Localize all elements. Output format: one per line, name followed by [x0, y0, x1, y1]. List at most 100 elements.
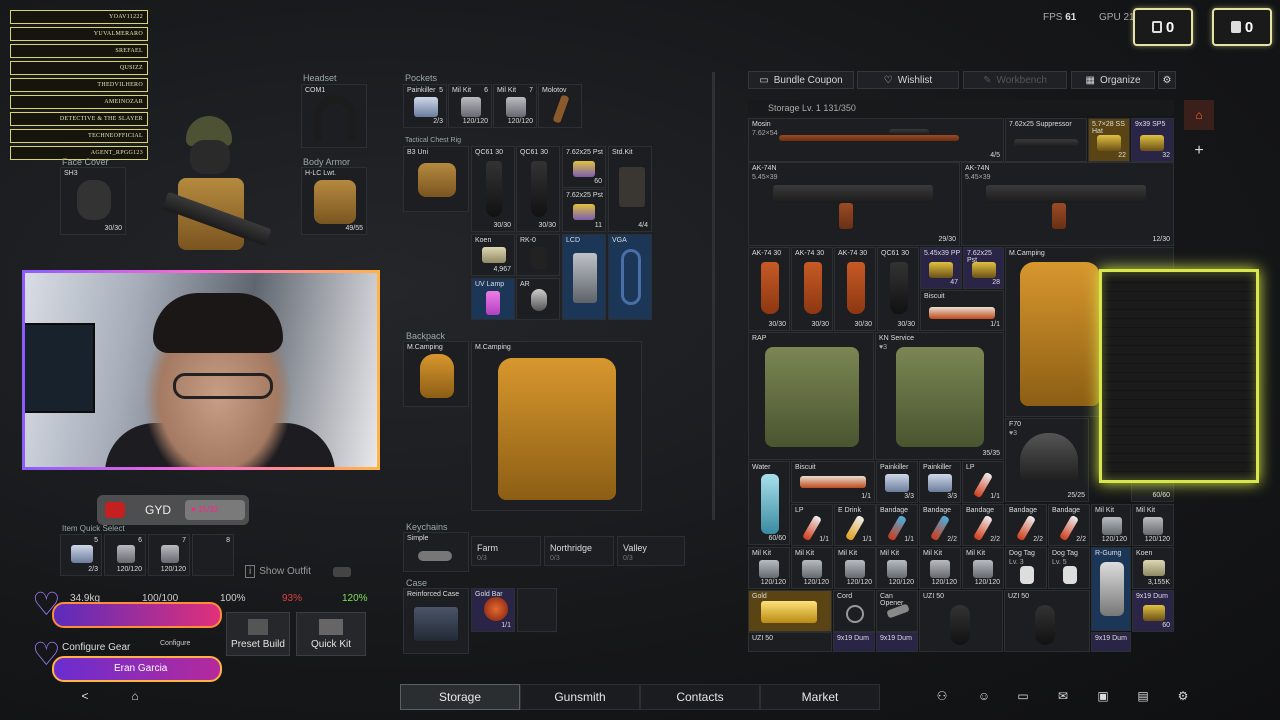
- stash-item[interactable]: R-Gumg: [1091, 547, 1131, 631]
- show-outfit-toggle[interactable]: [333, 567, 351, 577]
- stash-item[interactable]: AK-74N 5.45×39 12/30: [961, 162, 1174, 246]
- wishlist-button[interactable]: ♡ Wishlist: [857, 71, 959, 89]
- notes-icon[interactable]: ▤: [1135, 689, 1151, 703]
- stash-item[interactable]: 7.62x25 Pst 28: [963, 247, 1004, 289]
- stash-item[interactable]: Biscuit 1/1: [791, 461, 875, 503]
- team-icon[interactable]: ⚇: [934, 689, 950, 703]
- chat-icon[interactable]: ▭: [1015, 689, 1031, 703]
- stash-item[interactable]: Water 60/60: [748, 461, 790, 545]
- tab-market[interactable]: Market: [760, 684, 880, 710]
- stash-item[interactable]: Mil Kit 120/120: [834, 547, 876, 589]
- back-icon[interactable]: <: [77, 689, 93, 703]
- stash-item[interactable]: 9x39 SP5 32: [1131, 118, 1174, 162]
- stash-item[interactable]: Painkiller 3/3: [876, 461, 918, 503]
- stash-item[interactable]: Can Opener: [876, 590, 918, 632]
- add-storage-button[interactable]: +: [1184, 138, 1214, 164]
- configure-gear-label[interactable]: Configure Gear: [62, 642, 130, 653]
- stash-item[interactable]: E Drink 1/1: [834, 504, 876, 546]
- stash-item[interactable]: 9x19 Dum: [876, 632, 918, 652]
- rig-item[interactable]: QC61 30 30/30: [516, 146, 560, 232]
- stash-item[interactable]: Bandage 1/1: [876, 504, 918, 546]
- keychain-northridge[interactable]: Northridge 0/3: [544, 536, 614, 566]
- organize-button[interactable]: ▦ Organize: [1071, 71, 1155, 89]
- tab-contacts[interactable]: Contacts: [640, 684, 760, 710]
- backpack-contents[interactable]: M.Camping: [471, 341, 642, 511]
- case-item[interactable]: Gold Bar 1/1: [471, 588, 515, 632]
- tab-gunsmith[interactable]: Gunsmith: [520, 684, 640, 710]
- stash-item[interactable]: 5.45x39 PP 47: [920, 247, 962, 289]
- stash-item[interactable]: F70 ♥3 25/25: [1005, 418, 1089, 502]
- stash-item[interactable]: Gold: [748, 590, 832, 632]
- stash-item[interactable]: Bandage 2/2: [1005, 504, 1047, 546]
- quick-slot[interactable]: 8: [192, 534, 234, 576]
- stash-item[interactable]: UZI 50: [1004, 590, 1090, 652]
- settings-icon[interactable]: ⚙: [1175, 689, 1191, 703]
- pocket-slot[interactable]: Mil Kit 7 120/120: [493, 84, 537, 128]
- lock-icon[interactable]: ▣: [1095, 689, 1111, 703]
- headset-slot[interactable]: COM1: [301, 84, 367, 148]
- tab-storage[interactable]: Storage: [400, 684, 520, 710]
- bundle-coupon-button[interactable]: ▭ Bundle Coupon: [748, 71, 854, 89]
- rig-item[interactable]: Koen 4,967: [471, 234, 515, 276]
- rig-item[interactable]: UV Lamp: [471, 278, 515, 320]
- rig-item[interactable]: QC61 30 30/30: [471, 146, 515, 232]
- stash-item[interactable]: Koen 3,155K: [1132, 547, 1174, 589]
- pocket-slot[interactable]: Molotov: [538, 84, 582, 128]
- rig-item[interactable]: LCD: [562, 234, 606, 320]
- quick-slot[interactable]: 7 120/120: [148, 534, 190, 576]
- rig-item[interactable]: VGA: [608, 234, 652, 320]
- home-storage-icon[interactable]: ⌂: [1184, 100, 1214, 130]
- stash-item[interactable]: 9x19 Dum 60: [1132, 590, 1174, 632]
- stash-item[interactable]: Mil Kit 120/120: [791, 547, 833, 589]
- stash-item[interactable]: Dog Tag Lv. 5: [1048, 547, 1090, 589]
- stash-item[interactable]: AK-74N 5.45×39 29/30: [748, 162, 960, 246]
- stash-item[interactable]: Bandage 2/2: [962, 504, 1004, 546]
- stash-item[interactable]: LP 1/1: [962, 461, 1004, 503]
- rig-item[interactable]: 7.62x25 Pst 60: [562, 146, 606, 188]
- currency-premium[interactable]: 0: [1212, 8, 1272, 46]
- stash-item[interactable]: Mosin 7.62×54 4/5: [748, 118, 1004, 162]
- stash-item[interactable]: Painkiller 3/3: [919, 461, 961, 503]
- quick-slot[interactable]: 5 2/3: [60, 534, 102, 576]
- pocket-slot[interactable]: Mil Kit 6 120/120: [448, 84, 492, 128]
- stash-item[interactable]: Mil Kit 120/120: [1091, 504, 1131, 546]
- stash-item[interactable]: QC61 30 30/30: [877, 247, 919, 331]
- stash-item[interactable]: LP 1/1: [791, 504, 833, 546]
- stash-item[interactable]: KN Service ♥3 35/35: [875, 332, 1004, 460]
- stash-item[interactable]: 7.62x25 Suppressor: [1005, 118, 1087, 162]
- stash-item[interactable]: Biscuit 1/1: [920, 290, 1004, 331]
- profile-icon[interactable]: ☺: [976, 689, 992, 703]
- stash-item[interactable]: AK-74 30 30/30: [791, 247, 833, 331]
- stash-item[interactable]: Mil Kit 120/120: [748, 547, 790, 589]
- body-armor-slot[interactable]: H-LC Lwt. 49/55: [301, 167, 367, 235]
- stash-item[interactable]: Cord: [833, 590, 875, 632]
- keychain-farm[interactable]: Farm 0/3: [471, 536, 541, 566]
- case-slot[interactable]: Reinforced Case: [403, 588, 469, 654]
- stash-item[interactable]: AK-74 30 30/30: [834, 247, 876, 331]
- tactical-rig-slot[interactable]: B3 Uni: [403, 146, 469, 212]
- currency-koen[interactable]: 0: [1133, 8, 1193, 46]
- stash-item[interactable]: 5.7×28 SS Hat 22: [1088, 118, 1130, 162]
- keychain-valley[interactable]: Valley 0/3: [617, 536, 685, 566]
- quick-slot[interactable]: 6 120/120: [104, 534, 146, 576]
- stash-item[interactable]: Bandage 2/2: [919, 504, 961, 546]
- rig-item[interactable]: RK-0: [516, 234, 560, 276]
- settings-button[interactable]: ⚙: [1158, 71, 1176, 89]
- stash-item[interactable]: 9x19 Dum: [1091, 632, 1131, 652]
- scroll-divider[interactable]: [712, 72, 715, 520]
- mail-icon[interactable]: ✉: [1055, 689, 1071, 703]
- rig-item[interactable]: AR: [516, 278, 560, 320]
- stash-item[interactable]: UZI 50: [919, 590, 1003, 652]
- quick-kit-button[interactable]: Quick Kit: [296, 612, 366, 656]
- stash-item[interactable]: RAP: [748, 332, 874, 460]
- stash-item[interactable]: Mil Kit 120/120: [919, 547, 961, 589]
- stash-item[interactable]: Mil Kit 120/120: [962, 547, 1004, 589]
- backpack-slot[interactable]: M.Camping: [403, 341, 469, 407]
- face-cover-slot[interactable]: SH3 30/30: [60, 167, 126, 235]
- stash-item[interactable]: Mil Kit 120/120: [1132, 504, 1174, 546]
- home-icon[interactable]: ⌂: [127, 689, 143, 703]
- stash-item[interactable]: Dog Tag Lv. 3: [1005, 547, 1047, 589]
- pocket-slot[interactable]: Painkiller 5 2/3: [403, 84, 447, 128]
- rig-item[interactable]: Std.Kit 4/4: [608, 146, 652, 232]
- rig-item[interactable]: 7.62x25 Pst 11: [562, 189, 606, 232]
